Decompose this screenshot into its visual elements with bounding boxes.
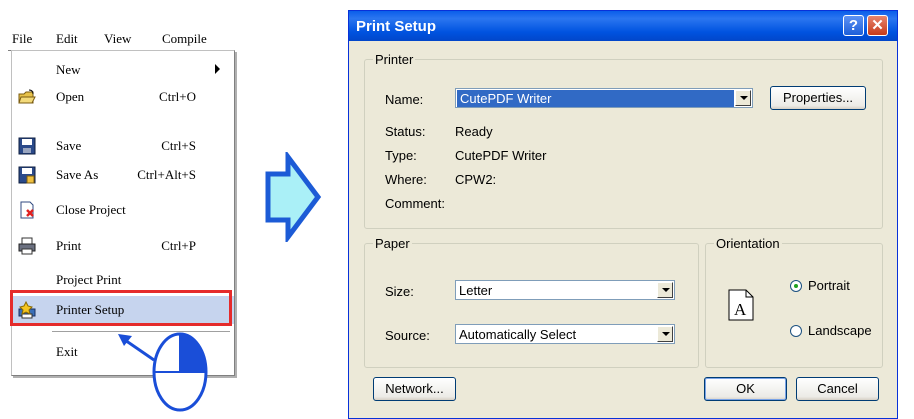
status-label: Status:: [385, 124, 426, 139]
arrow-right-icon: [265, 152, 322, 242]
menu-item-label: Print: [56, 238, 82, 253]
save-disk-icon: [18, 137, 36, 155]
landscape-label[interactable]: Landscape: [808, 323, 872, 338]
menu-item-shortcut: Ctrl+P: [161, 238, 196, 253]
menu-item-shortcut: Ctrl+S: [161, 138, 196, 153]
menu-item-new[interactable]: New: [12, 57, 234, 83]
menu-item-label: Save As: [56, 167, 99, 182]
menu-item-label: New: [56, 62, 81, 77]
menu-item-label: Open: [56, 89, 85, 104]
menu-item-shortcut: Ctrl+O: [159, 89, 196, 104]
printer-name-select[interactable]: CutePDF Writer: [455, 88, 753, 108]
size-label: Size:: [385, 284, 414, 299]
page-glyph: A: [734, 300, 747, 319]
landscape-radio[interactable]: [790, 325, 802, 337]
dropdown-arrow-icon[interactable]: [657, 326, 673, 342]
cancel-button[interactable]: Cancel: [796, 377, 879, 401]
menu-item-label: Exit: [56, 344, 78, 359]
menu-item-shortcut: Ctrl+Alt+S: [137, 167, 196, 182]
dropdown-arrow-icon[interactable]: [735, 90, 751, 106]
menu-file[interactable]: File: [12, 31, 32, 47]
paper-size-value: Letter: [459, 283, 493, 298]
menu-item-save[interactable]: Save Ctrl+S: [12, 133, 234, 159]
close-button[interactable]: ✕: [867, 15, 888, 36]
dropdown-arrow-icon[interactable]: [657, 282, 673, 298]
print-setup-dialog: Print Setup ? ✕ Printer Name: CutePDF Wr…: [348, 10, 898, 419]
menu-edit[interactable]: Edit: [56, 31, 78, 47]
menu-item-label: Close Project: [56, 202, 126, 217]
name-label: Name:: [385, 92, 424, 107]
printer-group: Printer Name: CutePDF Writer Properties.…: [364, 52, 883, 229]
ok-button[interactable]: OK: [704, 377, 787, 401]
menu-item-open[interactable]: Open Ctrl+O: [12, 84, 234, 110]
network-button[interactable]: Network...: [373, 377, 456, 401]
close-project-icon: [20, 201, 34, 219]
paper-group: Paper Size: Letter Source: Automatically…: [364, 236, 699, 368]
orientation-group-title: Orientation: [714, 236, 782, 251]
portrait-label[interactable]: Portrait: [808, 278, 850, 293]
help-button[interactable]: ?: [843, 15, 864, 36]
paper-group-title: Paper: [373, 236, 412, 251]
properties-button[interactable]: Properties...: [770, 86, 866, 110]
comment-label: Comment:: [385, 196, 445, 211]
dialog-titlebar[interactable]: Print Setup ? ✕: [349, 11, 897, 41]
paper-size-select[interactable]: Letter: [455, 280, 675, 300]
menu-view[interactable]: View: [104, 31, 131, 47]
where-value: CPW2:: [455, 172, 497, 187]
paper-source-value: Automatically Select: [459, 327, 577, 342]
source-label: Source:: [385, 328, 430, 343]
menu-item-print[interactable]: Print Ctrl+P: [12, 233, 234, 259]
printer-name-value: CutePDF Writer: [457, 90, 734, 107]
where-label: Where:: [385, 172, 427, 187]
menu-item-save-as[interactable]: Save As Ctrl+Alt+S: [12, 162, 234, 188]
type-label: Type:: [385, 148, 417, 163]
page-orientation-icon: A: [728, 289, 754, 321]
submenu-arrow-icon: [215, 64, 220, 74]
open-folder-icon: [18, 89, 36, 104]
save-as-icon: [18, 166, 36, 184]
type-value: CutePDF Writer: [455, 148, 547, 163]
dialog-title: Print Setup: [356, 18, 437, 35]
menu-item-close-project[interactable]: Close Project: [12, 197, 234, 223]
printer-group-title: Printer: [373, 52, 416, 67]
printer-icon: [18, 237, 36, 255]
status-value: Ready: [455, 124, 493, 139]
mouse-click-icon: [118, 332, 208, 412]
orientation-group: Orientation A Portrait Landscape: [705, 236, 883, 368]
menu-item-label: Save: [56, 138, 82, 153]
paper-source-select[interactable]: Automatically Select: [455, 324, 675, 344]
menu-compile[interactable]: Compile: [162, 31, 207, 47]
menu-item-label: Project Print: [56, 272, 122, 287]
portrait-radio[interactable]: [790, 280, 802, 292]
